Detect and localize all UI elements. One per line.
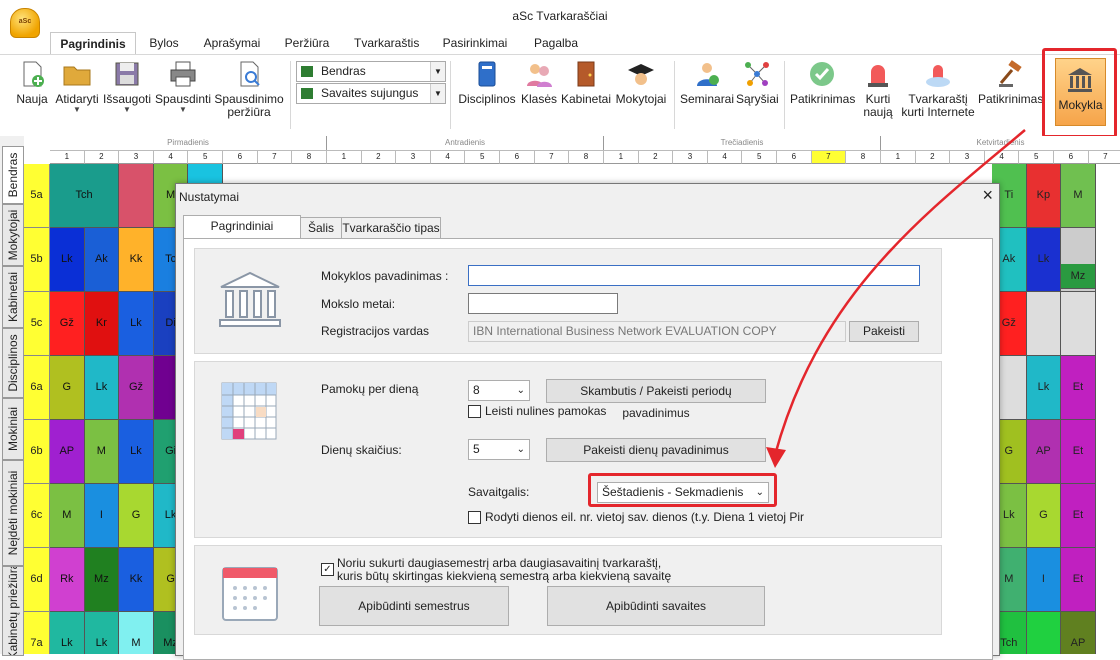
annotation-arrow	[766, 129, 1026, 468]
